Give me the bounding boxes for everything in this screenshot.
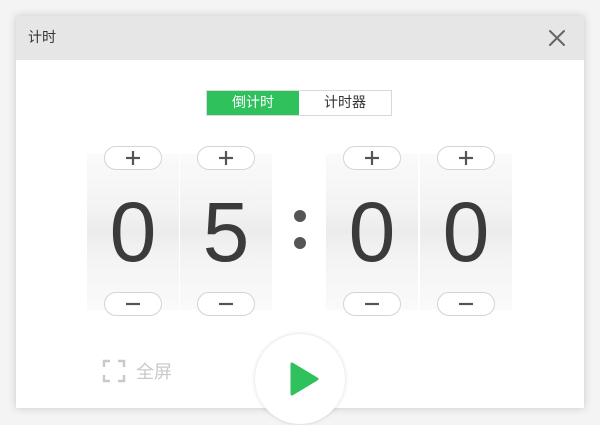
minus-icon xyxy=(365,302,379,306)
close-icon xyxy=(549,30,565,46)
title-bar: 计时 xyxy=(16,16,584,60)
digit-column-second-ones: 0 xyxy=(420,146,512,316)
digit-column-minute-ones: 5 xyxy=(180,146,272,316)
separator-dot xyxy=(294,210,306,222)
minute-ones-decrement-button[interactable] xyxy=(197,292,255,316)
timer-window: 计时 倒计时 计时器 0 5 0 0 全屏 xyxy=(16,16,584,424)
digit-minute-ones: 5 xyxy=(202,185,250,279)
minus-icon xyxy=(126,302,140,306)
plus-icon xyxy=(219,151,233,165)
play-icon xyxy=(290,362,319,396)
plus-icon xyxy=(459,151,473,165)
digit-second-tens: 0 xyxy=(348,185,396,279)
minus-icon xyxy=(459,302,473,306)
window-title: 计时 xyxy=(28,30,56,46)
plus-icon xyxy=(365,151,379,165)
fullscreen-icon xyxy=(102,359,126,383)
digit-column-second-tens: 0 xyxy=(326,146,418,316)
mode-switch: 倒计时 计时器 xyxy=(206,90,392,116)
digit-second-ones: 0 xyxy=(442,185,490,279)
close-button[interactable] xyxy=(546,27,568,49)
plus-icon xyxy=(126,151,140,165)
fullscreen-button[interactable]: 全屏 xyxy=(102,358,172,384)
minute-ones-increment-button[interactable] xyxy=(197,146,255,170)
digit-column-minute-tens: 0 xyxy=(87,146,179,316)
play-button[interactable] xyxy=(255,334,345,424)
tab-countdown[interactable]: 倒计时 xyxy=(207,91,299,115)
minute-tens-decrement-button[interactable] xyxy=(104,292,162,316)
second-tens-decrement-button[interactable] xyxy=(343,292,401,316)
second-tens-increment-button[interactable] xyxy=(343,146,401,170)
second-ones-decrement-button[interactable] xyxy=(437,292,495,316)
tab-stopwatch[interactable]: 计时器 xyxy=(299,91,391,115)
fullscreen-label: 全屏 xyxy=(136,362,172,383)
separator-dot xyxy=(294,237,306,249)
minus-icon xyxy=(219,302,233,306)
second-ones-increment-button[interactable] xyxy=(437,146,495,170)
screen: 计时 倒计时 计时器 0 5 0 0 全屏 xyxy=(0,0,600,425)
time-separator xyxy=(290,206,310,256)
digit-minute-tens: 0 xyxy=(109,185,157,279)
minute-tens-increment-button[interactable] xyxy=(104,146,162,170)
